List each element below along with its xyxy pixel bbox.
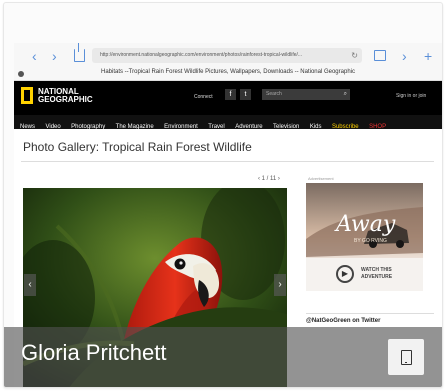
menu-travel[interactable]: Travel	[208, 120, 224, 134]
ad-title: Away	[336, 212, 396, 237]
address-text: http://environment.nationalgeographic.co…	[100, 52, 303, 58]
menu-environment[interactable]: Environment	[164, 120, 198, 134]
menu-shop[interactable]: SHOP	[369, 120, 386, 134]
person-name: Gloria Pritchett	[21, 340, 167, 365]
facebook-icon[interactable]: f	[225, 89, 236, 100]
menu-subscribe[interactable]: Subscribe	[332, 120, 359, 134]
menu-adventure[interactable]: Adventure	[235, 120, 262, 134]
sign-in-link[interactable]: Sign in or join	[396, 93, 426, 99]
add-icon[interactable]: +	[424, 49, 432, 63]
next-photo-button[interactable]: ›	[274, 274, 286, 296]
menu-television[interactable]: Television	[273, 120, 299, 134]
back-icon[interactable]: ‹	[32, 49, 37, 63]
previous-photo-button[interactable]: ‹	[24, 274, 36, 296]
reload-icon[interactable]: ↻	[351, 48, 358, 63]
address-bar[interactable]: http://environment.nationalgeographic.co…	[92, 48, 362, 63]
menu-video[interactable]: Video	[45, 120, 60, 134]
logo-text: NATIONAL GEOGRAPHIC	[38, 87, 93, 104]
menu-magazine[interactable]: The Magazine	[116, 120, 154, 134]
menu-photography[interactable]: Photography	[71, 120, 105, 134]
play-icon[interactable]: ▶	[336, 265, 354, 283]
connect-label: Connect	[194, 94, 213, 100]
section-divider	[21, 161, 434, 162]
site-menu: News Video Photography The Magazine Envi…	[14, 115, 442, 130]
browser-toolbar: ‹ › http://environment.nationalgeographi…	[14, 43, 442, 81]
national-geographic-logo-icon	[21, 87, 33, 104]
tablet-view-button[interactable]	[388, 339, 424, 375]
menu-news[interactable]: News	[20, 120, 35, 134]
gallery-counter[interactable]: ‹ 1 / 11 ›	[258, 176, 280, 182]
ad-subtitle: BY GO RVING	[354, 238, 387, 244]
menu-kids[interactable]: Kids	[310, 120, 322, 134]
watch-adventure-label: WATCH THIS ADVENTURE	[361, 267, 393, 280]
forward-tab-icon[interactable]: ›	[402, 49, 407, 63]
screenshot-card: ‹ › http://environment.nationalgeographi…	[3, 2, 443, 388]
forward-icon[interactable]: ›	[52, 49, 57, 63]
advertisement-label: Advertisement	[308, 176, 334, 181]
bookmarks-icon[interactable]	[374, 50, 386, 61]
page-title: Habitats --Tropical Rain Forest Wildlife…	[101, 69, 355, 75]
site-search-input[interactable]: Search ⌕	[262, 89, 350, 100]
search-icon[interactable]: ⌕	[344, 89, 347, 100]
twitter-heading[interactable]: @NatGeoGreen on Twitter	[306, 313, 434, 327]
tablet-icon	[401, 350, 412, 365]
share-icon[interactable]	[74, 43, 85, 62]
twitter-icon[interactable]: t	[240, 89, 251, 100]
national-geographic-header: NATIONAL GEOGRAPHIC Connect f t Search ⌕ S…	[14, 81, 442, 115]
gallery-title: Photo Gallery: Tropical Rain Forest Wild…	[23, 140, 252, 154]
away-advertisement[interactable]: Away BY GO RVING ▶ WATCH THIS ADVENTURE	[306, 183, 423, 291]
